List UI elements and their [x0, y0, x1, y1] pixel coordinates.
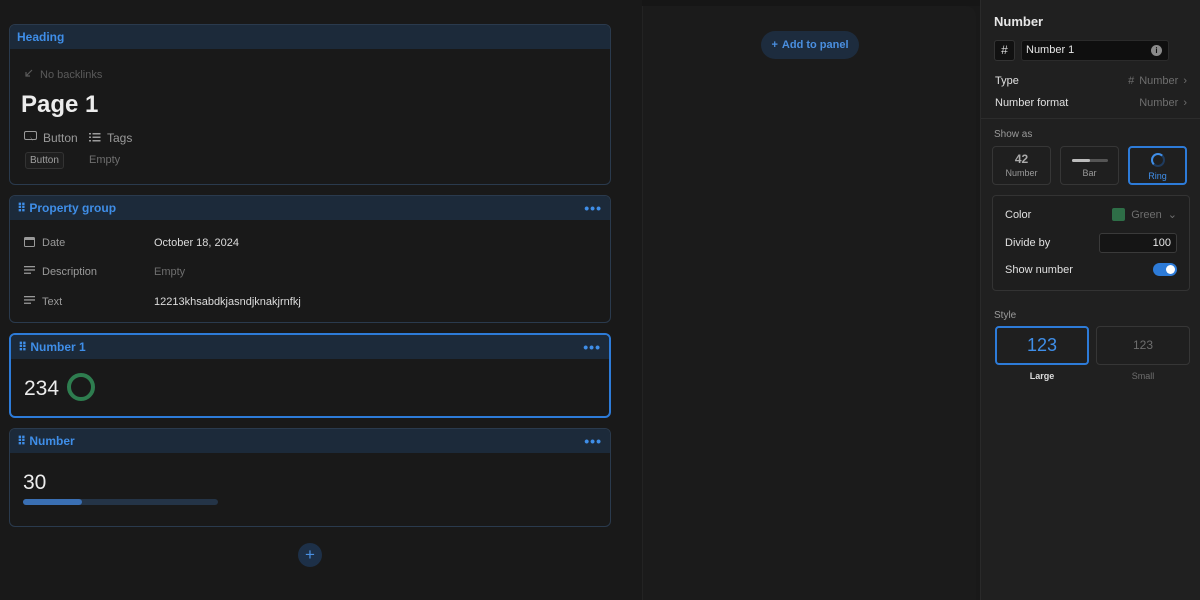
- type-label: Type: [995, 75, 1019, 87]
- hash-icon[interactable]: #: [994, 40, 1015, 61]
- progress-bar: [23, 499, 218, 505]
- add-to-panel-label: Add to panel: [781, 39, 849, 51]
- color-label: Color: [1005, 208, 1032, 221]
- format-label: Number format: [995, 97, 1069, 109]
- number-value: 234: [24, 377, 60, 400]
- hash-icon: #: [1128, 75, 1135, 87]
- lines-icon: [24, 265, 35, 278]
- show-number-row: Show number: [1005, 263, 1177, 276]
- drag-handle-icon[interactable]: ⠿: [17, 201, 26, 215]
- property-row-description[interactable]: Description: [24, 265, 97, 278]
- button-icon: [24, 131, 37, 145]
- number1-card[interactable]: ⠿ Number 1 ••• 234: [9, 333, 611, 418]
- type-row[interactable]: Type # Number ›: [995, 75, 1187, 87]
- more-icon[interactable]: •••: [583, 339, 601, 355]
- show-number-toggle[interactable]: [1153, 263, 1177, 276]
- property-label: Description: [42, 265, 98, 278]
- panel-canvas: Heading No backlinks Page 1 Button Tags …: [0, 0, 642, 600]
- color-row[interactable]: Color Green ⌄: [1005, 208, 1177, 221]
- drag-handle-icon[interactable]: ⠿: [17, 434, 26, 448]
- divide-by-row: Divide by 100: [1005, 233, 1177, 253]
- property-group-card[interactable]: ⠿ Property group ••• Date October 18, 20…: [9, 195, 611, 323]
- property-row-text[interactable]: Text: [24, 295, 62, 308]
- progress-bar-fill: [23, 499, 82, 505]
- divide-by-label: Divide by: [1005, 237, 1051, 249]
- show-number-label: Show number: [1005, 263, 1073, 276]
- type-value: Number: [1139, 75, 1179, 87]
- number-glyph: 42: [1014, 152, 1029, 166]
- card-header-title: Number 1: [30, 340, 86, 354]
- tags-property-value[interactable]: Empty: [89, 154, 120, 166]
- property-tags[interactable]: Tags: [89, 131, 132, 145]
- style-large-option[interactable]: 123: [995, 326, 1089, 365]
- number-value: 30: [23, 471, 47, 494]
- card-header-title: Property group: [29, 201, 117, 215]
- empty-panel: [642, 6, 976, 600]
- card-header-title: Heading: [17, 30, 65, 44]
- card-header[interactable]: ⠿ Number •••: [10, 429, 610, 453]
- property-button[interactable]: Button: [24, 131, 78, 145]
- bar-glyph-icon: [1071, 159, 1108, 162]
- property-name-value: Number 1: [1026, 44, 1075, 56]
- show-as-ring-option[interactable]: Ring: [1128, 146, 1187, 185]
- ring-glyph-icon: [1150, 153, 1165, 167]
- add-to-panel-button[interactable]: + Add to panel: [761, 31, 859, 59]
- card-header[interactable]: ⠿ Number 1 •••: [11, 335, 609, 359]
- style-large-label: Large: [1029, 371, 1055, 381]
- style-small-option[interactable]: 123: [1096, 326, 1190, 365]
- show-as-label: Show as: [994, 129, 1033, 140]
- info-icon[interactable]: i: [1151, 45, 1162, 56]
- backlinks: No backlinks: [24, 68, 102, 81]
- ring-options-box: Color Green ⌄ Divide by 100 Show number: [992, 195, 1190, 291]
- calendar-icon: [24, 236, 35, 250]
- page-title: Page 1: [21, 91, 99, 118]
- tags-icon: [89, 131, 101, 145]
- card-header-title: Number: [29, 434, 75, 448]
- option-label: Ring: [1148, 171, 1167, 181]
- panel-title: Number: [994, 14, 1044, 29]
- property-label: Text: [42, 295, 63, 308]
- number-format-row[interactable]: Number format Number ›: [995, 97, 1187, 109]
- color-swatch: [1112, 208, 1126, 221]
- more-icon[interactable]: •••: [584, 200, 602, 216]
- property-value[interactable]: October 18, 2024: [154, 237, 239, 249]
- property-label: Tags: [107, 131, 133, 145]
- plus-icon: +: [771, 39, 778, 51]
- divider: [981, 118, 1200, 119]
- button-property-value[interactable]: Button: [25, 152, 64, 169]
- chevron-right-icon: ›: [1183, 75, 1187, 87]
- show-as-bar-option[interactable]: Bar: [1060, 146, 1119, 185]
- divide-by-input[interactable]: 100: [1099, 233, 1177, 253]
- number-card[interactable]: ⠿ Number ••• 30: [9, 428, 611, 527]
- property-settings-panel: Number # Number 1 i Type # Number › Numb…: [980, 0, 1200, 600]
- chevron-down-icon: ⌄: [1167, 209, 1177, 221]
- more-icon[interactable]: •••: [584, 433, 602, 449]
- ring-chart: [67, 373, 95, 401]
- drag-handle-icon[interactable]: ⠿: [18, 340, 27, 354]
- property-value[interactable]: Empty: [154, 266, 185, 278]
- arrow-down-left-icon: [24, 68, 34, 81]
- property-name-input[interactable]: Number 1 i: [1021, 40, 1169, 61]
- color-select[interactable]: Green ⌄: [1112, 208, 1177, 221]
- chevron-right-icon: ›: [1183, 97, 1187, 109]
- add-card-button[interactable]: +: [298, 543, 322, 567]
- option-label: Number: [1005, 168, 1038, 178]
- card-header[interactable]: ⠿ Property group •••: [10, 196, 610, 220]
- backlinks-text: No backlinks: [40, 68, 103, 81]
- card-header[interactable]: Heading: [10, 25, 610, 49]
- show-as-number-option[interactable]: 42 Number: [992, 146, 1051, 185]
- format-value: Number: [1139, 97, 1179, 109]
- style-label: Style: [994, 310, 1017, 321]
- heading-card[interactable]: Heading No backlinks Page 1 Button Tags …: [9, 24, 611, 185]
- property-label: Button: [43, 131, 78, 145]
- option-label: Bar: [1082, 168, 1097, 178]
- property-label: Date: [42, 237, 66, 249]
- color-value: Green: [1131, 208, 1162, 221]
- property-row-date[interactable]: Date: [24, 236, 65, 250]
- property-value[interactable]: 12213khsabdkjasndjknakjrnfkj: [154, 296, 301, 308]
- style-small-label: Small: [1131, 371, 1155, 381]
- lines-icon: [24, 295, 35, 308]
